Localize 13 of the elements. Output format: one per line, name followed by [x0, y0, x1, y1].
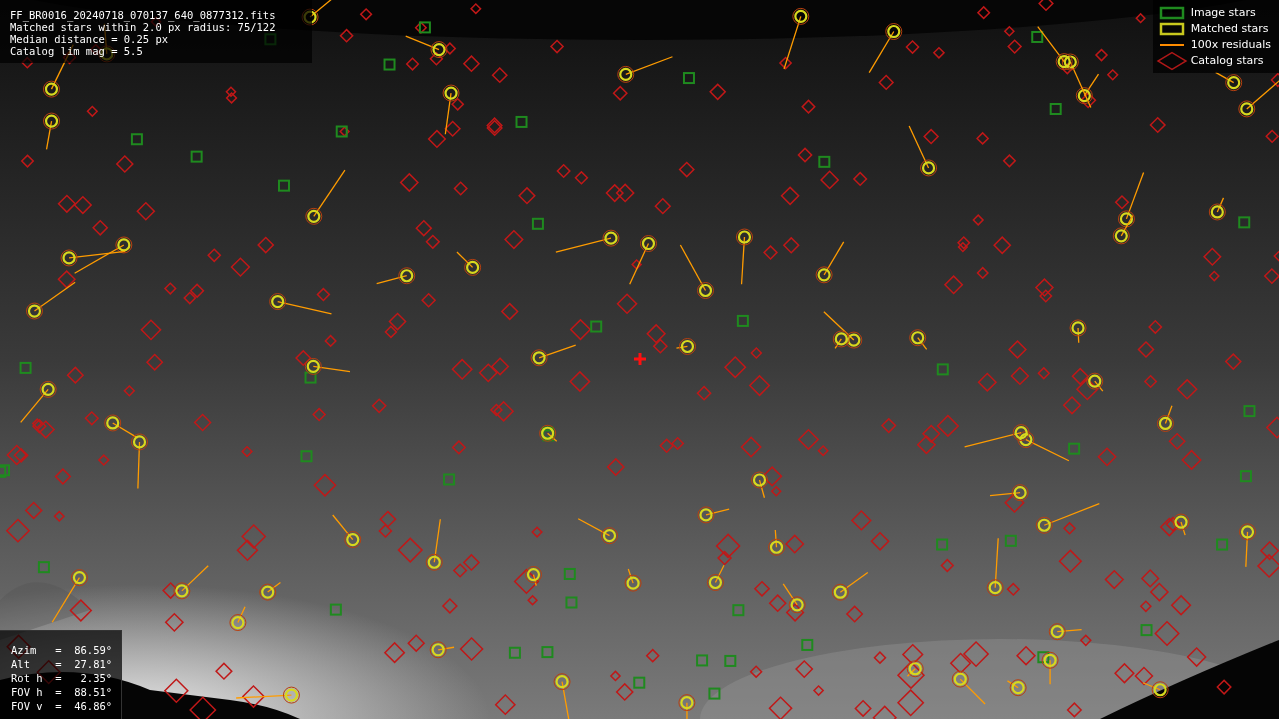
pointing-text: Rot h = 2.35°	[11, 671, 111, 685]
pointing-text: FOV v = 46.86°	[11, 699, 111, 713]
pointing-text: FOV h = 88.51°	[11, 685, 111, 699]
legend-label: Image stars	[1190, 6, 1256, 19]
pointing-text: Alt = 27.81°	[11, 657, 111, 671]
info-text: Median distance = 0.25 px	[10, 33, 170, 45]
legend-label: Matched stars	[1190, 22, 1269, 35]
info-text: FF_BR0016_20240718_070137_640_0877312.fits	[10, 9, 277, 21]
legend-label: 100x residuals	[1190, 38, 1271, 51]
legend-label: Catalog stars	[1190, 54, 1264, 67]
info-text: Catalog lim mag = 5.5	[10, 45, 144, 57]
info-text: Matched stars within 2.0 px radius: 75/122	[10, 21, 277, 33]
pointing-text: Azim = 86.59°	[11, 643, 111, 657]
